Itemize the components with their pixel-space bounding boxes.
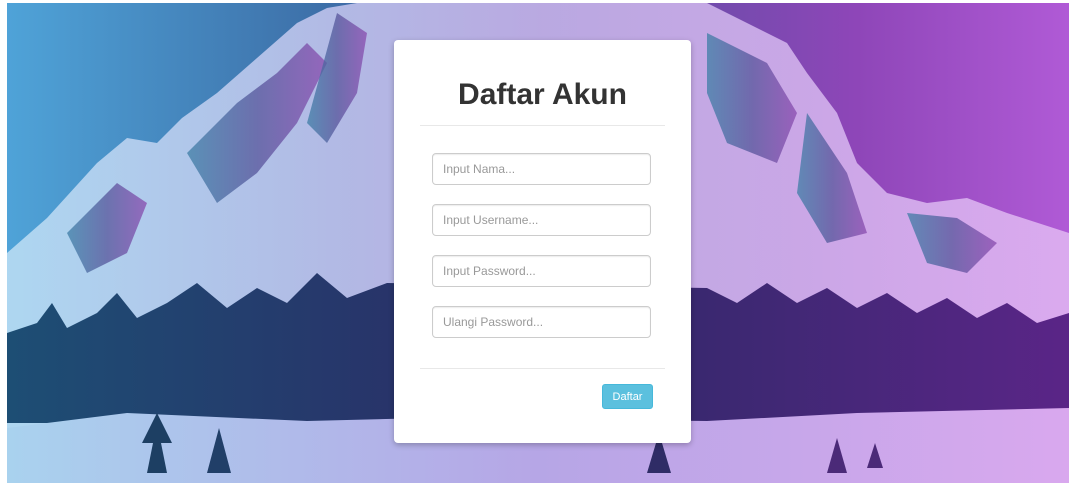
nama-input[interactable] bbox=[432, 153, 651, 185]
title-divider bbox=[420, 125, 665, 126]
page-title: Daftar Akun bbox=[458, 78, 627, 111]
register-card: Daftar Akun Daftar bbox=[394, 40, 691, 443]
username-input[interactable] bbox=[432, 204, 651, 236]
confirm-password-input[interactable] bbox=[432, 306, 651, 338]
page-background: Daftar Akun Daftar bbox=[7, 3, 1069, 483]
footer-divider bbox=[420, 368, 665, 369]
daftar-button[interactable]: Daftar bbox=[602, 384, 653, 409]
password-input[interactable] bbox=[432, 255, 651, 287]
